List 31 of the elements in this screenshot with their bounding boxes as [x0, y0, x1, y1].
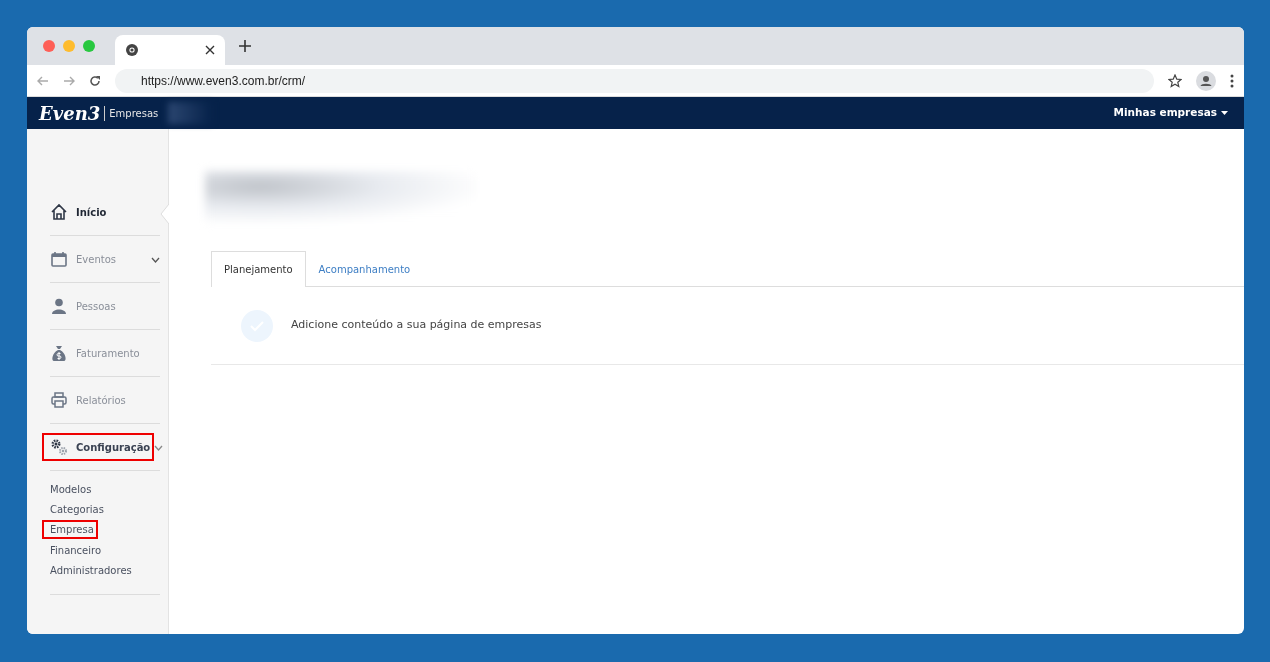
calendar-icon — [50, 250, 68, 268]
chevron-down-icon[interactable] — [151, 256, 160, 263]
address-bar[interactable]: https://www.even3.com.br/crm/ — [115, 68, 1154, 93]
money-bag-icon — [50, 344, 68, 362]
printer-icon — [50, 391, 68, 409]
home-icon — [50, 203, 68, 221]
tab[interactable]: Planejamento — [211, 251, 306, 287]
submenu-item[interactable]: Empresa — [42, 520, 98, 540]
chevron-down-icon[interactable] — [154, 444, 164, 451]
browser-logo-icon — [125, 43, 139, 57]
submenu-item[interactable]: Administradores — [42, 560, 136, 580]
new-tab-icon[interactable] — [239, 40, 251, 52]
profile-icon[interactable] — [1196, 70, 1216, 91]
reload-icon[interactable] — [89, 74, 101, 87]
star-icon[interactable] — [1168, 73, 1182, 88]
close-icon[interactable] — [205, 45, 215, 55]
sidebar-item[interactable]: Início — [42, 198, 111, 226]
companies-menu[interactable]: Minhas empresas — [1107, 104, 1234, 122]
sidebar-item[interactable]: Configuração — [42, 433, 155, 461]
section-title: Empresas — [104, 105, 159, 121]
submenu-item[interactable]: Financeiro — [42, 540, 106, 560]
gears-icon — [50, 438, 68, 456]
task-text: Adicione conteúdo a sua página de empresas — [291, 317, 542, 334]
browser-tab[interactable] — [115, 35, 225, 65]
caret-icon — [1221, 111, 1228, 115]
submenu-item[interactable]: Categorias — [42, 499, 108, 519]
logo[interactable]: Even3 — [39, 99, 101, 127]
tab[interactable]: Acompanhamento — [305, 251, 424, 287]
person-icon — [50, 297, 68, 315]
more-options-icon[interactable] — [1230, 73, 1234, 88]
submenu-item[interactable]: Modelos — [42, 479, 96, 499]
